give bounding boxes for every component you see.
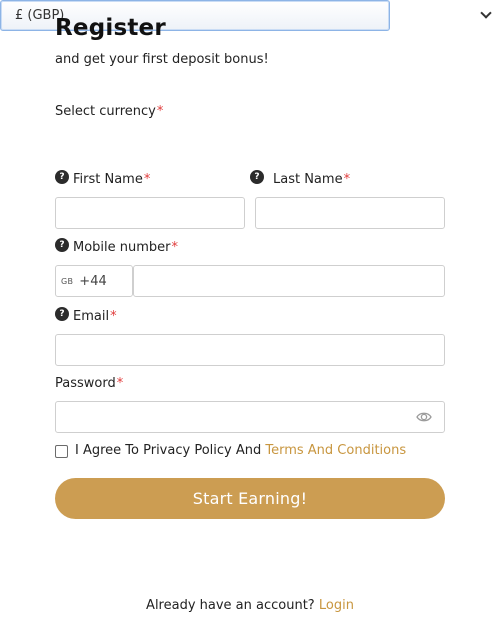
country-code-select[interactable]: GB +44 [55, 265, 133, 297]
question-circle-icon[interactable]: ? [55, 306, 69, 321]
question-circle-icon[interactable]: ? [250, 169, 264, 184]
page-title: Register [55, 15, 166, 41]
agree-text: I Agree To Privacy Policy And Terms And … [75, 443, 406, 458]
login-prompt: Already have an account? Login [0, 598, 500, 613]
required-mark: * [110, 309, 117, 324]
password-input[interactable] [55, 401, 445, 433]
required-mark: * [343, 172, 351, 187]
agree-label: I Agree To Privacy Policy And [75, 443, 262, 458]
page-subtitle: and get your first deposit bonus! [55, 52, 269, 67]
email-input[interactable] [55, 334, 445, 366]
chevron-down-icon [480, 7, 492, 19]
first-name-label: ? First Name * [55, 169, 151, 187]
mobile-label: ? Mobile number * [55, 237, 179, 255]
currency-label-text: Select currency [55, 104, 156, 119]
agree-checkbox[interactable] [55, 445, 68, 458]
registration-page: Register and get your first deposit bonu… [0, 0, 500, 628]
start-earning-button[interactable]: Start Earning! [55, 478, 445, 519]
currency-label: Select currency * [55, 104, 163, 119]
required-mark: * [171, 240, 179, 255]
first-name-input[interactable] [55, 197, 245, 229]
required-mark: * [156, 104, 164, 119]
mobile-input[interactable] [133, 265, 445, 297]
question-circle-icon[interactable]: ? [55, 237, 69, 252]
email-label-text: Email [73, 309, 110, 324]
eye-icon[interactable] [416, 410, 432, 424]
mobile-label-text: Mobile number [73, 240, 171, 255]
email-label: ? Email * [55, 306, 117, 324]
last-name-label: ? Last Name * [250, 169, 351, 187]
last-name-label-text: Last Name [273, 172, 343, 187]
question-circle-icon[interactable]: ? [55, 169, 69, 184]
dial-code: +44 [79, 273, 107, 289]
required-mark: * [143, 172, 151, 187]
password-label: Password * [55, 376, 123, 391]
first-name-label-text: First Name [73, 172, 143, 187]
login-prompt-text: Already have an account? [146, 598, 315, 613]
required-mark: * [116, 376, 124, 391]
password-label-text: Password [55, 376, 116, 391]
terms-link[interactable]: Terms And Conditions [265, 443, 406, 458]
login-link[interactable]: Login [319, 598, 354, 613]
country-code: GB [61, 276, 74, 286]
last-name-input[interactable] [255, 197, 445, 229]
